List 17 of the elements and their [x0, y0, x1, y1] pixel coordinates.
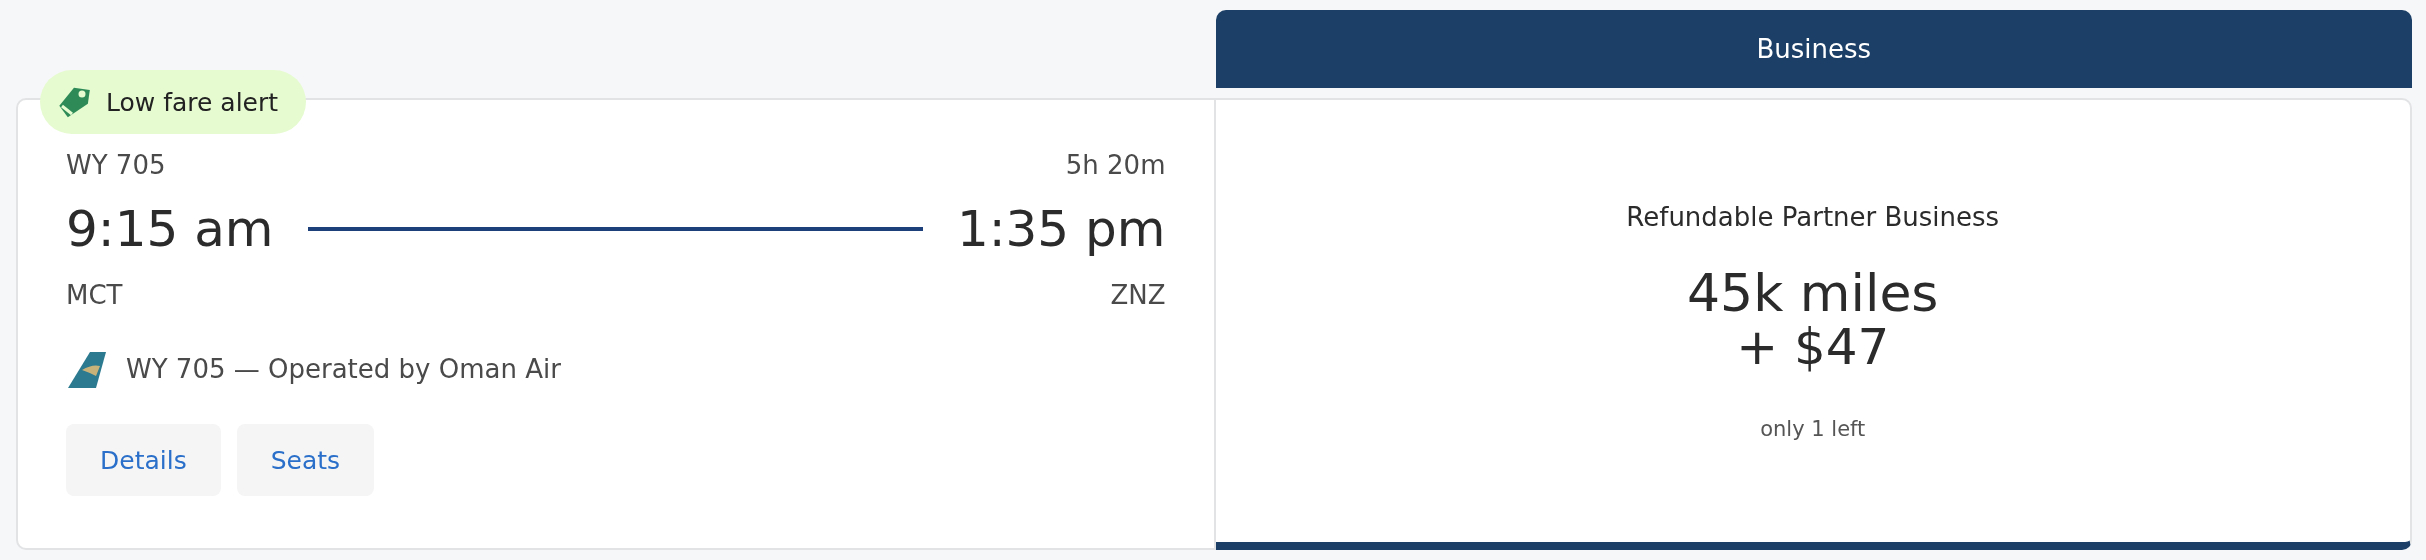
flight-number: WY 705 [66, 150, 166, 180]
miles-price: 45k miles [1687, 266, 1939, 321]
arrival-time: 1:35 pm [956, 200, 1166, 258]
tail-fin-icon [66, 350, 106, 388]
seats-left: only 1 left [1760, 417, 1866, 442]
cabin-header: Business [1215, 10, 2412, 88]
departure-time: 9:15 am [66, 200, 274, 258]
low-fare-badge: Low fare alert [40, 70, 307, 134]
flight-duration: 5h 20m [1065, 150, 1166, 180]
origin-code: MCT [66, 280, 123, 310]
fare-name: Refundable Partner Business [1626, 202, 2000, 232]
action-button[interactable]: Seats [236, 424, 375, 496]
fare-card[interactable]: Refundable Partner Business 45k miles + $47 only 1 left [1215, 98, 2412, 550]
action-button[interactable]: Details [66, 424, 221, 496]
operator-text: WY 705 — Operated by Oman Air [126, 354, 561, 384]
cash-price: + $47 [1736, 320, 1890, 374]
destination-code: ZNZ [1110, 280, 1166, 310]
